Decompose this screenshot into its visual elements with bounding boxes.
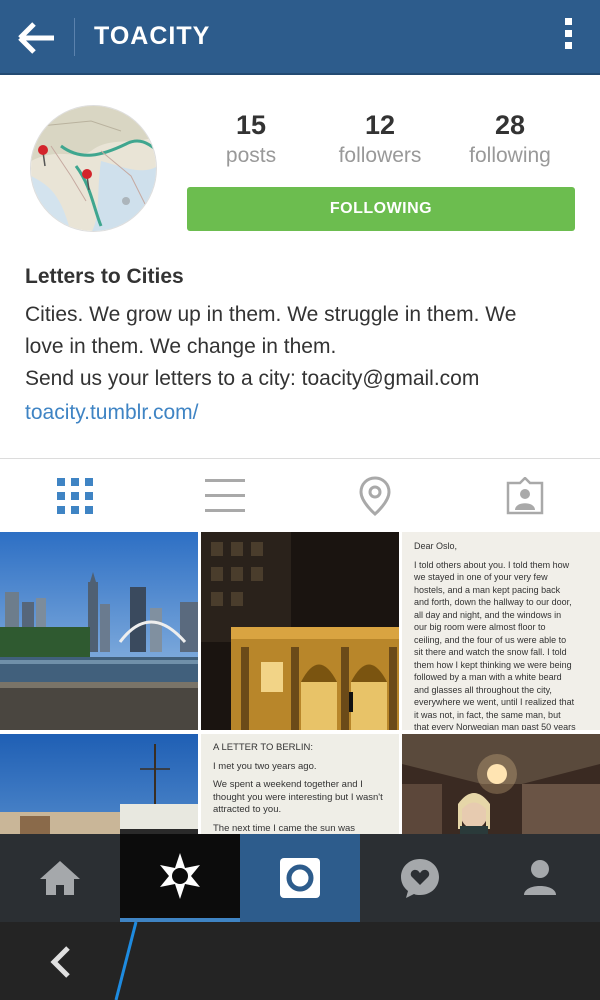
bottom-navigation — [0, 834, 600, 922]
following-label: following — [469, 144, 551, 167]
nav-home[interactable] — [0, 834, 120, 922]
location-pin-icon — [359, 476, 391, 516]
camera-icon — [280, 858, 320, 898]
posts-stat[interactable]: 15 posts — [186, 110, 316, 168]
subway-portrait-photo — [402, 734, 600, 834]
letter-line: The next time I came the sun was — [213, 822, 356, 834]
bio-line: love in them. We change in them. — [25, 335, 337, 358]
following-count: 28 — [494, 110, 526, 140]
followers-label: followers — [338, 144, 422, 167]
letter-line: sit there and watch the snow fall. I tol… — [414, 647, 567, 657]
letter-line: thought you were interesting but I wasn'… — [213, 791, 383, 803]
tab-tagged-view[interactable] — [450, 459, 600, 533]
following-button[interactable]: FOLLOWING — [187, 187, 575, 231]
post-thumbnail[interactable]: Dear Oslo, I told others about you. I to… — [402, 532, 600, 730]
profile-name: Letters to Cities — [25, 265, 184, 288]
letter-line: that every Norwegian man past 50 years — [414, 722, 576, 730]
post-thumbnail[interactable] — [0, 734, 198, 834]
post-thumbnail[interactable] — [402, 734, 600, 834]
letter-line: and forth, down the hallway to our door, — [414, 597, 572, 607]
posts-label: posts — [225, 144, 277, 167]
letter-line: our big room were almost floor to — [414, 622, 546, 632]
letter-line: hostels, and a man kept pacing back — [414, 584, 561, 595]
letter-line: We spent a weekend together and I — [213, 779, 363, 790]
activity-heart-icon — [401, 859, 439, 898]
letter-line: I met you two years ago. — [213, 760, 317, 772]
map-avatar-image — [31, 106, 156, 231]
more-dot-icon — [564, 18, 572, 25]
tab-grid-view[interactable] — [0, 459, 150, 533]
nav-camera[interactable] — [240, 834, 360, 922]
back-button[interactable] — [14, 18, 60, 58]
letter-line: followed by a man with a white beard — [414, 672, 562, 682]
explore-icon — [160, 853, 200, 899]
letter-line: A LETTER TO BERLIN: — [213, 742, 313, 753]
tab-map-view[interactable] — [300, 459, 450, 533]
list-icon — [205, 479, 245, 512]
post-thumbnail[interactable] — [0, 532, 198, 730]
letter-line: everywhere we went, until I realized tha… — [414, 697, 575, 707]
profile-view-tabs — [0, 458, 600, 532]
posts-grid: Dear Oslo, I told others about you. I to… — [0, 532, 600, 834]
grid-icon — [57, 478, 93, 514]
post-thumbnail[interactable]: A LETTER TO BERLIN: I met you two years … — [201, 734, 399, 834]
letter-berlin-text: A LETTER TO BERLIN: I met you two years … — [201, 734, 399, 834]
letter-line: Dear Oslo, — [414, 541, 458, 551]
city-skyline-photo — [0, 532, 198, 730]
system-navigation-bar — [0, 922, 600, 1000]
followers-stat[interactable]: 12 followers — [315, 110, 445, 168]
profile-bio: Letters to Cities Cities. We grow up in … — [25, 265, 585, 429]
letter-line: ceiling, and the four of us were able to — [414, 634, 567, 645]
letter-line: I told others about you. I told them how — [414, 559, 570, 570]
letter-line: attracted to you. — [213, 804, 282, 815]
tagged-person-icon — [506, 477, 544, 515]
nav-profile[interactable] — [480, 834, 600, 922]
letter-line: we stayed in one of your very few — [414, 572, 548, 582]
more-dot-icon — [564, 30, 572, 37]
more-dot-icon — [564, 42, 572, 49]
page-title: TOACITY — [94, 22, 211, 50]
gesture-indicator-icon — [114, 922, 138, 1000]
tab-list-view[interactable] — [150, 459, 300, 533]
nav-explore[interactable] — [120, 834, 240, 922]
more-options-button[interactable] — [558, 18, 578, 58]
posts-count: 15 — [235, 110, 267, 140]
post-thumbnail[interactable] — [201, 532, 399, 730]
letter-oslo-text: Dear Oslo, I told others about you. I to… — [402, 532, 600, 730]
profile-avatar[interactable] — [30, 105, 157, 232]
night-building-photo — [201, 532, 399, 730]
bio-line: Cities. We grow up in them. We struggle … — [25, 303, 517, 326]
header-divider — [74, 18, 75, 56]
nav-activity[interactable] — [360, 834, 480, 922]
letter-line: and glasses all throughout the city, — [414, 684, 552, 695]
harbor-ship-photo — [0, 734, 198, 834]
letter-line: them how I kept thinking we were being — [414, 659, 572, 670]
following-stat[interactable]: 28 following — [445, 110, 575, 168]
profile-icon — [524, 860, 556, 895]
letter-line: all day and night, and the windows in — [414, 609, 562, 620]
website-link[interactable]: toacity.tumblr.com/ — [25, 397, 585, 429]
chevron-left-icon — [50, 946, 70, 978]
bio-line: Send us your letters to a city: toacity@… — [25, 367, 480, 390]
system-back-button[interactable] — [40, 940, 84, 984]
home-icon — [40, 861, 80, 895]
back-arrow-icon — [18, 22, 54, 54]
top-app-bar: TOACITY — [0, 0, 600, 75]
followers-count: 12 — [364, 110, 396, 140]
letter-line: it was not, in fact, the same man, but — [414, 709, 561, 720]
